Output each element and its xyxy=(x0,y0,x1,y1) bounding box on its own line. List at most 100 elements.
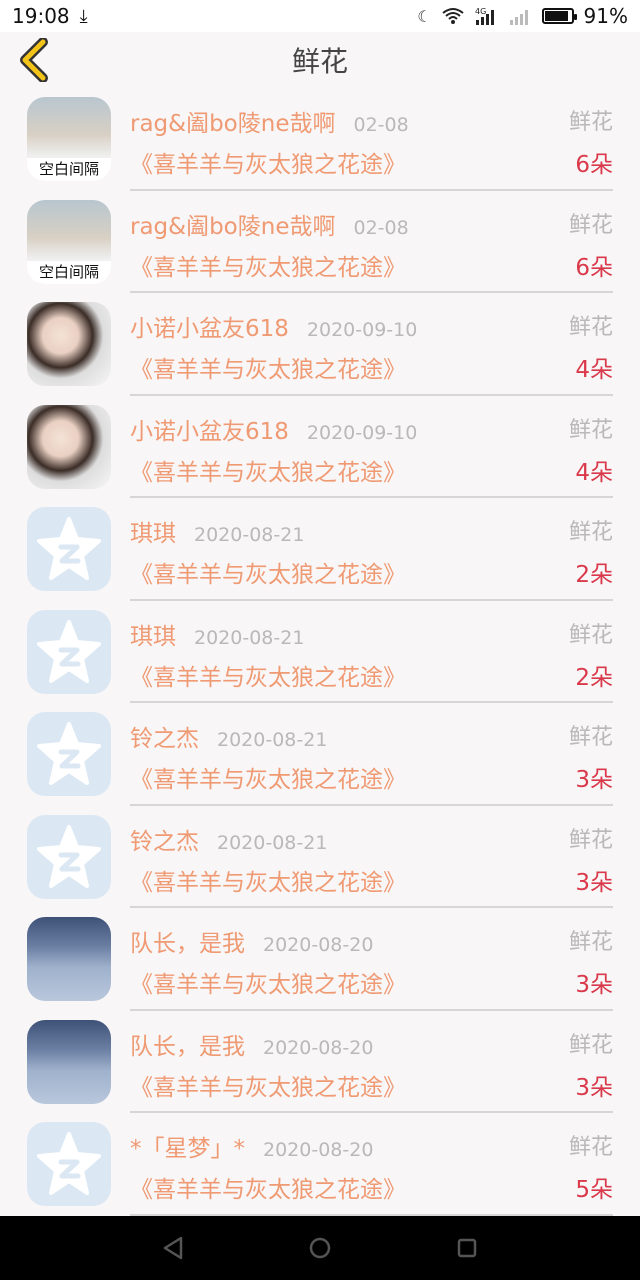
gift-type: 鲜花 xyxy=(568,1032,613,1058)
sender-name[interactable]: 琪琪 xyxy=(130,617,176,651)
list-item[interactable]: 琪琪 2020-08-21 鲜花 《喜羊羊与灰太狼之花途》 2朵 xyxy=(0,601,640,703)
page-title: 鲜花 xyxy=(291,45,348,78)
sender-name[interactable]: rag&阖bo陵ne哉啊 xyxy=(130,207,335,241)
avatar[interactable] xyxy=(27,917,111,1001)
triangle-back-icon xyxy=(164,1236,183,1260)
avatar[interactable]: 空白间隔 xyxy=(27,97,111,181)
gift-count: 3朵 xyxy=(575,869,613,896)
wifi-icon xyxy=(441,8,464,24)
book-title[interactable]: 《喜羊羊与灰太狼之花途》 xyxy=(130,760,406,794)
avatar[interactable] xyxy=(27,1019,111,1104)
row-content: 队长，是我 2020-08-20 鲜花《喜羊羊与灰太狼之花途》 3朵 xyxy=(130,1011,613,1113)
moon-icon: ☾ xyxy=(417,6,432,26)
signal-empty-icon xyxy=(509,10,528,25)
gift-type: 鲜花 xyxy=(568,725,613,750)
avatar[interactable] xyxy=(27,609,111,694)
avatar[interactable] xyxy=(27,302,111,386)
name-line: 琪琪 2020-08-21 xyxy=(130,514,304,548)
gift-date: 2020-08-20 xyxy=(263,1036,374,1059)
book-title[interactable]: 《喜羊羊与灰太狼之花途》 xyxy=(130,863,406,897)
gift-count: 3朵 xyxy=(575,972,613,998)
gift-count: 4朵 xyxy=(575,459,613,486)
sender-name[interactable]: rag&阖bo陵ne哉啊 xyxy=(130,104,335,138)
gift-type: 鲜花 xyxy=(568,212,613,238)
avatar[interactable] xyxy=(27,507,111,591)
sender-name[interactable]: 铃之杰 xyxy=(130,719,199,753)
square-recents-icon xyxy=(457,1238,476,1258)
row-content: 琪琪 2020-08-21 鲜花 《喜羊羊与灰太狼之花途》 2朵 xyxy=(130,601,613,703)
nav-recents-button[interactable] xyxy=(447,1228,487,1268)
status-time: 19:08 xyxy=(12,4,70,28)
gift-date: 2020-08-21 xyxy=(194,524,305,546)
gift-type: 鲜花 xyxy=(568,110,613,135)
gift-date: 2020-08-21 xyxy=(194,626,305,649)
qq-default-avatar-icon xyxy=(37,1132,101,1195)
list-item[interactable]: 铃之杰 2020-08-21 鲜花《喜羊羊与灰太狼之花途》 3朵 xyxy=(0,806,640,908)
sender-name[interactable]: 队长，是我 xyxy=(130,1027,245,1061)
avatar[interactable]: 空白间隔 xyxy=(27,199,111,284)
row-content: *「星梦」* 2020-08-20 鲜花 《喜羊羊与灰太狼之花途》 5朵 xyxy=(130,1113,613,1216)
sender-name[interactable]: 琪琪 xyxy=(130,514,176,548)
avatar[interactable] xyxy=(27,404,111,489)
status-right: ☾ 4G 91% xyxy=(417,4,628,28)
gift-type: 鲜花 xyxy=(568,417,613,443)
gift-date: 2020-09-10 xyxy=(306,421,418,444)
row-content: 小诺小盆友618 2020-09-10 鲜花《喜羊羊与灰太狼之花途》 4朵 xyxy=(130,396,613,498)
book-title[interactable]: 《喜羊羊与灰太狼之花途》 xyxy=(130,350,406,384)
book-title[interactable]: 《喜羊羊与灰太狼之花途》 xyxy=(130,555,406,589)
avatar[interactable] xyxy=(27,814,111,899)
book-title[interactable]: 《喜羊羊与灰太狼之花途》 xyxy=(130,1170,406,1204)
gift-count: 4朵 xyxy=(575,357,613,383)
qq-default-avatar-icon xyxy=(37,722,101,785)
sender-name[interactable]: 队长，是我 xyxy=(130,924,245,958)
gift-count: 3朵 xyxy=(575,1074,613,1101)
row-content: 队长，是我 2020-08-20 鲜花 《喜羊羊与灰太狼之花途》 3朵 xyxy=(130,908,613,1011)
list-item[interactable]: 铃之杰 2020-08-21 鲜花 《喜羊羊与灰太狼之花途》 3朵 xyxy=(0,703,640,806)
nav-back-button[interactable] xyxy=(153,1228,193,1268)
gift-date: 2020-08-21 xyxy=(217,729,328,751)
book-title[interactable]: 《喜羊羊与灰太狼之花途》 xyxy=(130,248,406,282)
avatar[interactable] xyxy=(27,712,111,796)
list-item[interactable]: 空白间隔 rag&阖bo陵ne哉啊 02-08 鲜花 《喜羊羊与灰太狼之花途》 6朵 xyxy=(0,191,640,293)
name-line: 小诺小盆友618 2020-09-10 xyxy=(130,412,417,446)
list-item[interactable]: 空白间隔 rag&阖bo陵ne哉啊 02-08 鲜花 《喜羊羊与灰太狼之花途》 6朵 xyxy=(0,88,640,191)
sender-name[interactable]: *「星梦」* xyxy=(130,1129,245,1163)
book-title[interactable]: 《喜羊羊与灰太狼之花途》 xyxy=(130,453,406,487)
name-line: 铃之杰 2020-08-21 xyxy=(130,822,327,856)
sender-name[interactable]: 小诺小盆友618 xyxy=(130,309,289,343)
book-title[interactable]: 《喜羊羊与灰太狼之花途》 xyxy=(130,1068,406,1102)
network-label: 4G xyxy=(475,7,486,16)
avatar[interactable] xyxy=(27,1122,111,1206)
gift-date: 02-08 xyxy=(353,216,409,239)
book-title[interactable]: 《喜羊羊与灰太狼之花途》 xyxy=(130,145,406,179)
list-item[interactable]: 队长，是我 2020-08-20 鲜花《喜羊羊与灰太狼之花途》 3朵 xyxy=(0,1011,640,1113)
row-content: 小诺小盆友618 2020-09-10 鲜花 《喜羊羊与灰太狼之花途》 4朵 xyxy=(130,293,613,396)
nav-home-button[interactable] xyxy=(300,1228,340,1268)
battery-fill xyxy=(544,11,569,21)
navigation-bar xyxy=(0,1216,640,1280)
row-content: rag&阖bo陵ne哉啊 02-08 鲜花 《喜羊羊与灰太狼之花途》 6朵 xyxy=(130,88,613,191)
name-line: rag&阖bo陵ne哉啊 02-08 xyxy=(130,207,409,241)
list-item[interactable]: *「星梦」* 2020-08-20 鲜花 《喜羊羊与灰太狼之花途》 5朵 xyxy=(0,1113,640,1216)
row-content: 琪琪 2020-08-21 鲜花 《喜羊羊与灰太狼之花途》 2朵 xyxy=(130,498,613,601)
gift-type: 鲜花 xyxy=(568,520,613,545)
sender-name[interactable]: 小诺小盆友618 xyxy=(130,412,289,446)
header: 鲜花 xyxy=(0,32,640,88)
list-item[interactable]: 小诺小盆友618 2020-09-10 鲜花《喜羊羊与灰太狼之花途》 4朵 xyxy=(0,396,640,498)
gift-date: 2020-08-21 xyxy=(217,831,328,854)
back-button[interactable] xyxy=(12,38,56,82)
signal-icon: 4G xyxy=(475,7,494,25)
name-line: 队长，是我 2020-08-20 xyxy=(130,1027,373,1061)
book-title[interactable]: 《喜羊羊与灰太狼之花途》 xyxy=(130,965,406,999)
battery-percent: 91% xyxy=(583,4,628,28)
name-line: 琪琪 2020-08-21 xyxy=(130,617,304,651)
gift-type: 鲜花 xyxy=(568,827,613,853)
list-item[interactable]: 琪琪 2020-08-21 鲜花 《喜羊羊与灰太狼之花途》 2朵 xyxy=(0,498,640,601)
list-item[interactable]: 小诺小盆友618 2020-09-10 鲜花 《喜羊羊与灰太狼之花途》 4朵 xyxy=(0,293,640,396)
list-item[interactable]: 队长，是我 2020-08-20 鲜花 《喜羊羊与灰太狼之花途》 3朵 xyxy=(0,908,640,1011)
flower-list[interactable]: 空白间隔 rag&阖bo陵ne哉啊 02-08 鲜花 《喜羊羊与灰太狼之花途》 6朵 空白间… xyxy=(0,88,640,1216)
status-bar: 19:08 ⤓ ☾ 4G 91% xyxy=(0,0,640,32)
book-title[interactable]: 《喜羊羊与灰太狼之花途》 xyxy=(130,658,406,692)
gift-type: 鲜花 xyxy=(568,622,613,648)
sender-name[interactable]: 铃之杰 xyxy=(130,822,199,856)
